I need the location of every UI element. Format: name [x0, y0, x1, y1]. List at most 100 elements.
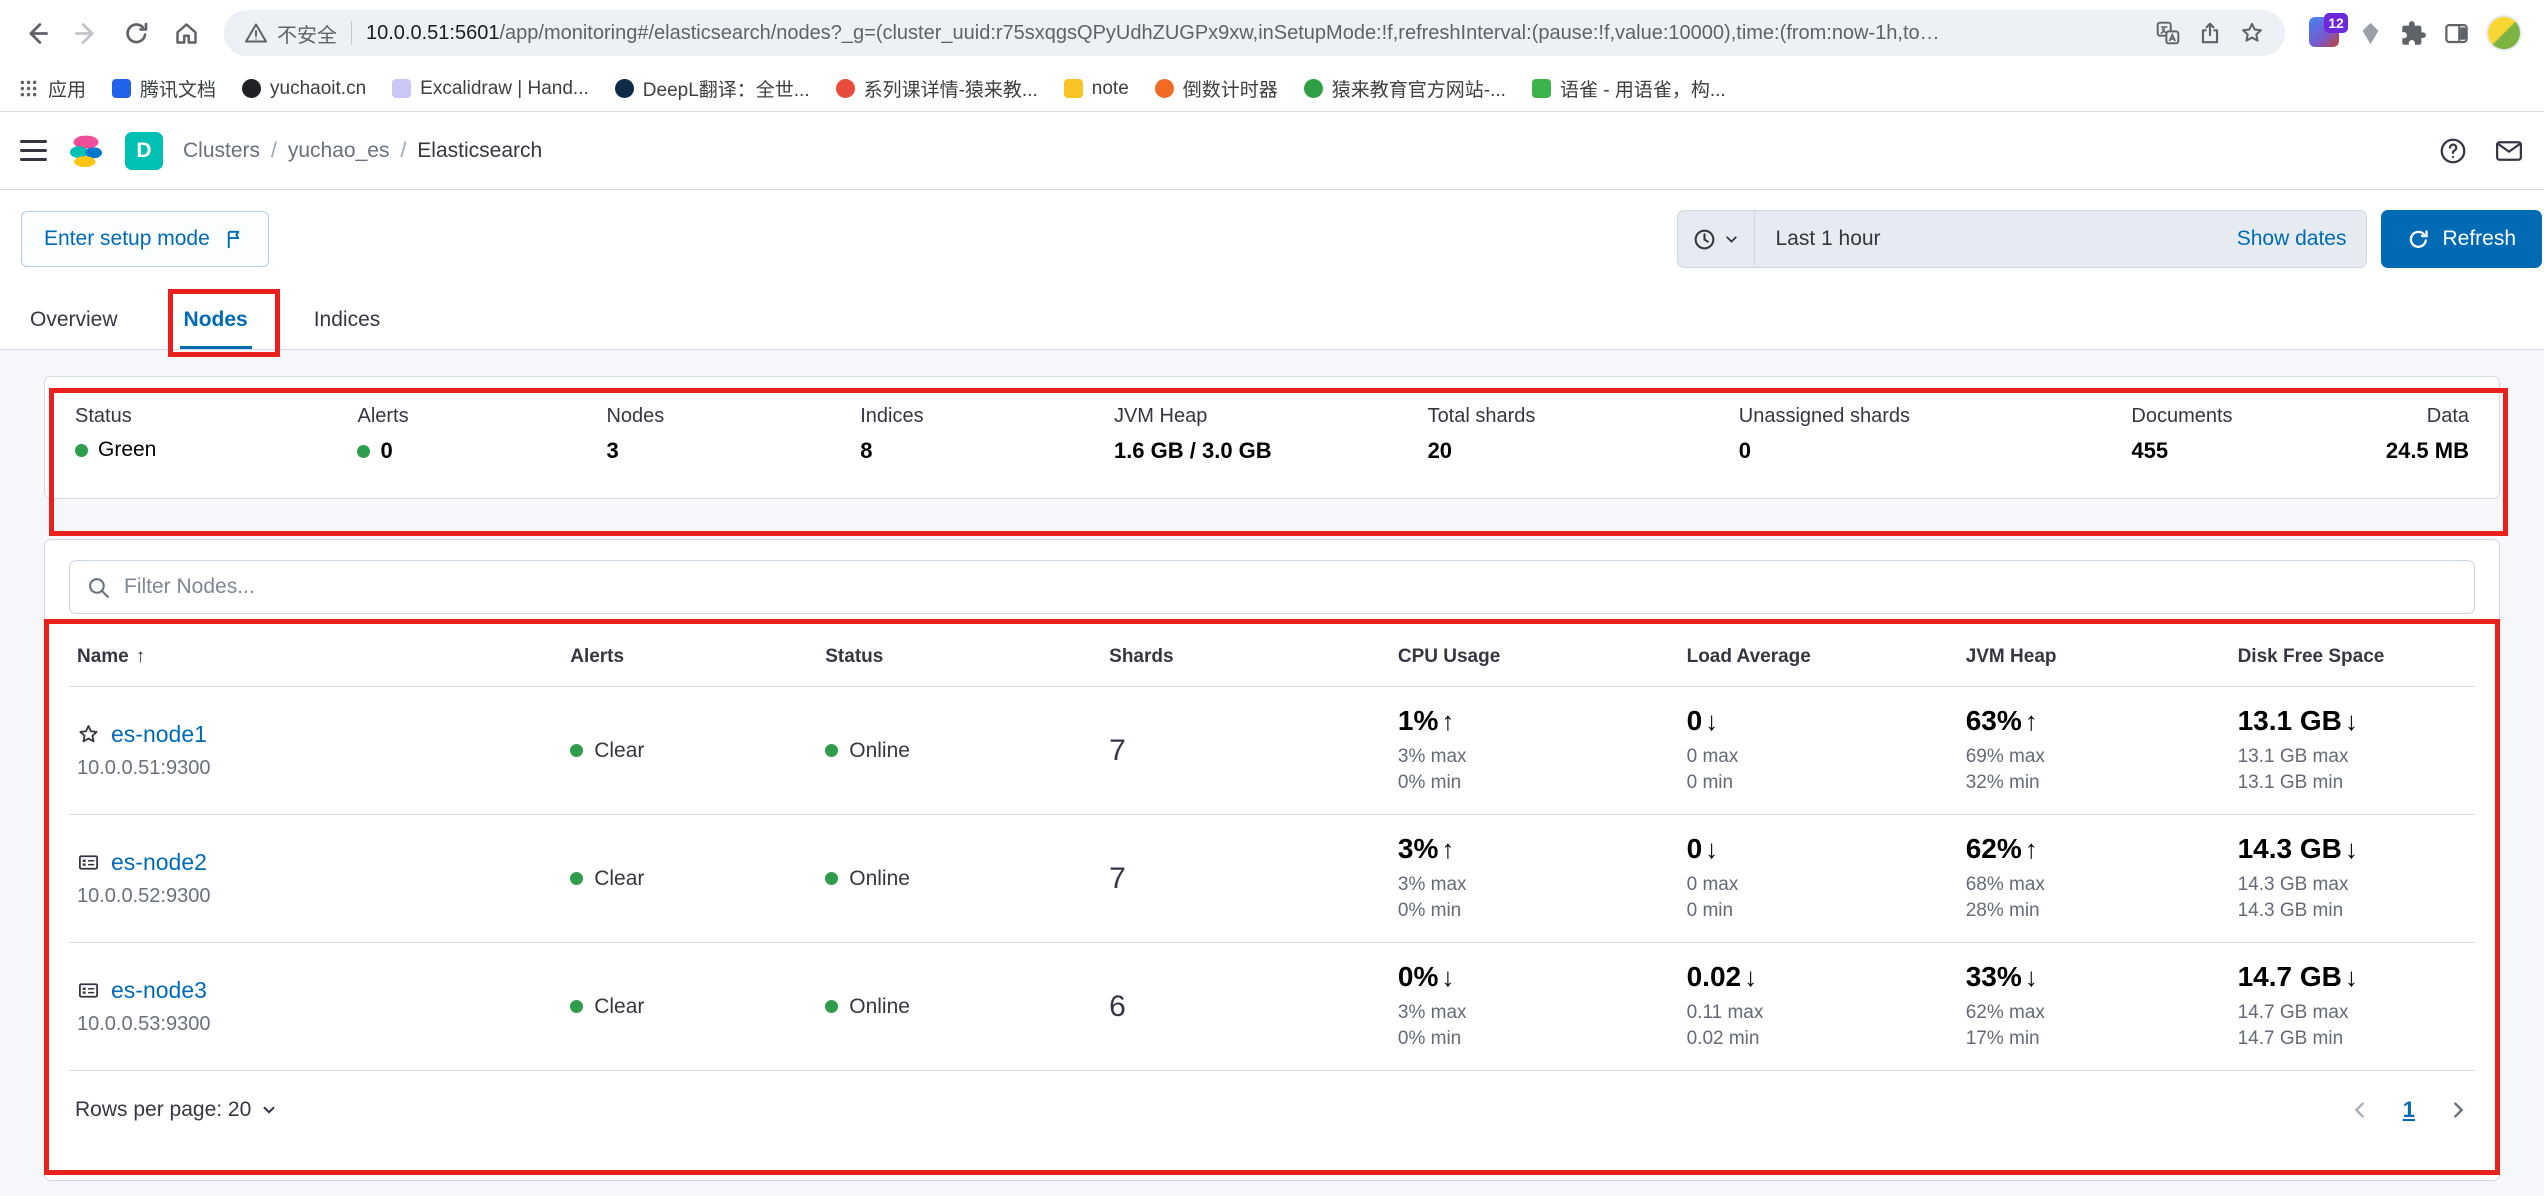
disk-free-space-cell: 14.7 GB↓ 14.7 GB max 14.7 GB min	[2230, 943, 2475, 1071]
summary-total-shards: Total shards 20	[1428, 405, 1739, 464]
favicon	[112, 79, 131, 98]
enter-setup-mode-button[interactable]: Enter setup mode	[21, 211, 269, 267]
summary-status: Status Green	[75, 405, 357, 464]
reload-button[interactable]	[114, 11, 158, 55]
profile-avatar[interactable]	[2486, 15, 2522, 51]
favicon	[836, 79, 855, 98]
extension-badge: 12	[2324, 13, 2348, 33]
sort-ascending-icon: ↑	[136, 646, 146, 667]
trend-down-icon: ↓	[2025, 962, 2038, 993]
online-green-dot	[825, 872, 838, 885]
load-average-cell: 0↓ 0 max 0 min	[1679, 687, 1958, 815]
forward-icon	[73, 20, 100, 47]
filter-nodes-field[interactable]	[69, 560, 2475, 614]
url-text: 10.0.0.51:5601/app/monitoring#/elasticse…	[366, 22, 2141, 45]
next-page-icon[interactable]	[2447, 1099, 2469, 1121]
alerts-cell: Clear	[562, 687, 817, 815]
status-cell: Online	[817, 943, 1101, 1071]
cpu-usage-cell: 3%↑ 3% max 0% min	[1390, 815, 1679, 943]
disk-free-space-cell: 13.1 GB↓ 13.1 GB max 13.1 GB min	[2230, 687, 2475, 815]
refresh-icon	[2407, 228, 2430, 251]
page-number[interactable]: 1	[2403, 1097, 2415, 1123]
kite-extension-icon[interactable]	[2357, 20, 2384, 47]
column-jvm-heap[interactable]: JVM Heap	[1958, 624, 2230, 687]
clock-icon	[1692, 227, 1717, 252]
column-alerts[interactable]: Alerts	[562, 624, 817, 687]
breadcrumb-cluster-name[interactable]: yuchao_es	[288, 139, 390, 163]
node-icon	[77, 851, 100, 874]
bookmark-item[interactable]: 系列课详情-猿来教...	[836, 75, 1038, 102]
site-security-chip[interactable]: 不安全	[244, 19, 337, 48]
trend-down-icon: ↓	[2345, 706, 2358, 737]
column-shards[interactable]: Shards	[1101, 624, 1390, 687]
bookmark-apps[interactable]: 应用	[18, 75, 86, 102]
column-status[interactable]: Status	[817, 624, 1101, 687]
back-icon	[23, 20, 50, 47]
bookmark-item[interactable]: 腾讯文档	[112, 75, 216, 102]
forward-button[interactable]	[64, 11, 108, 55]
bookmark-item[interactable]: 猿来教育官方网站-...	[1304, 75, 1506, 102]
breadcrumb-clusters[interactable]: Clusters	[183, 139, 260, 163]
bookmark-item[interactable]: 倒数计时器	[1155, 75, 1278, 102]
node-link[interactable]: es-node1	[111, 721, 207, 748]
summary-nodes: Nodes 3	[606, 405, 860, 464]
menu-hamburger-icon[interactable]	[20, 140, 47, 161]
home-button[interactable]	[164, 11, 208, 55]
refresh-button[interactable]: Refresh	[2381, 210, 2542, 268]
name-cell: es-node1 10.0.0.51:9300	[69, 687, 562, 815]
favicon	[392, 79, 411, 98]
status-cell: Online	[817, 815, 1101, 943]
bookmark-star-icon[interactable]	[2239, 20, 2265, 46]
extension-button[interactable]: 12	[2309, 17, 2341, 49]
table-row: es-node1 10.0.0.51:9300 Clear Online 7 1…	[69, 687, 2475, 815]
pagination: 1	[2349, 1097, 2469, 1123]
bookmark-item[interactable]: yuchaoit.cn	[242, 78, 366, 100]
time-range-button[interactable]: Last 1 hour Show dates	[1755, 210, 2367, 268]
column-disk-free-space[interactable]: Disk Free Space	[2230, 624, 2475, 687]
translate-icon[interactable]	[2155, 20, 2181, 46]
column-name[interactable]: Name↑	[69, 624, 562, 687]
bookmark-item[interactable]: note	[1064, 78, 1129, 100]
extensions-puzzle-icon[interactable]	[2400, 20, 2427, 47]
node-link[interactable]: es-node3	[111, 977, 207, 1004]
jvm-heap-cell: 62%↑ 68% max 28% min	[1958, 815, 2230, 943]
breadcrumb: Clusters / yuchao_es / Elasticsearch	[183, 139, 542, 163]
rows-per-page-button[interactable]: Rows per page: 20	[75, 1098, 278, 1122]
node-icon	[77, 979, 100, 1002]
previous-page-icon[interactable]	[2349, 1099, 2371, 1121]
bookmark-item[interactable]: 语雀 - 用语雀，构...	[1532, 75, 1726, 102]
quick-select-button[interactable]	[1677, 210, 1755, 268]
tab-overview[interactable]: Overview	[26, 292, 122, 349]
back-button[interactable]	[14, 11, 58, 55]
apps-grid-icon	[18, 78, 39, 99]
alert-green-dot	[570, 744, 583, 757]
alert-green-dot	[570, 872, 583, 885]
name-cell: es-node3 10.0.0.53:9300	[69, 943, 562, 1071]
show-dates-link[interactable]: Show dates	[2237, 227, 2347, 251]
tab-nodes[interactable]: Nodes	[180, 292, 252, 349]
bookmark-item[interactable]: DeepL翻译：全世...	[615, 75, 810, 102]
side-panel-icon[interactable]	[2443, 20, 2470, 47]
alert-green-dot	[570, 1000, 583, 1013]
transport-address: 10.0.0.51:9300	[77, 757, 554, 780]
help-icon[interactable]	[2438, 136, 2468, 166]
elastic-logo[interactable]	[67, 132, 105, 170]
chevron-down-icon	[1723, 231, 1740, 248]
chevron-down-icon	[260, 1101, 278, 1119]
url-host: 10.0.0.51:5601	[366, 22, 499, 44]
online-green-dot	[825, 1000, 838, 1013]
summary-unassigned-shards: Unassigned shards 0	[1739, 405, 2132, 464]
browser-toolbar: 不安全 10.0.0.51:5601/app/monitoring#/elast…	[0, 0, 2544, 66]
node-link[interactable]: es-node2	[111, 849, 207, 876]
address-bar[interactable]: 不安全 10.0.0.51:5601/app/monitoring#/elast…	[224, 10, 2285, 56]
column-cpu-usage[interactable]: CPU Usage	[1390, 624, 1679, 687]
bookmark-item[interactable]: Excalidraw | Hand...	[392, 78, 589, 100]
column-load-average[interactable]: Load Average	[1679, 624, 1958, 687]
space-avatar[interactable]: D	[125, 132, 163, 170]
newsfeed-icon[interactable]	[2494, 136, 2524, 166]
share-icon[interactable]	[2197, 20, 2223, 46]
filter-nodes-input[interactable]	[124, 575, 2458, 599]
tab-indices[interactable]: Indices	[310, 292, 385, 349]
alerts-green-dot	[357, 445, 370, 458]
reload-icon	[123, 20, 150, 47]
